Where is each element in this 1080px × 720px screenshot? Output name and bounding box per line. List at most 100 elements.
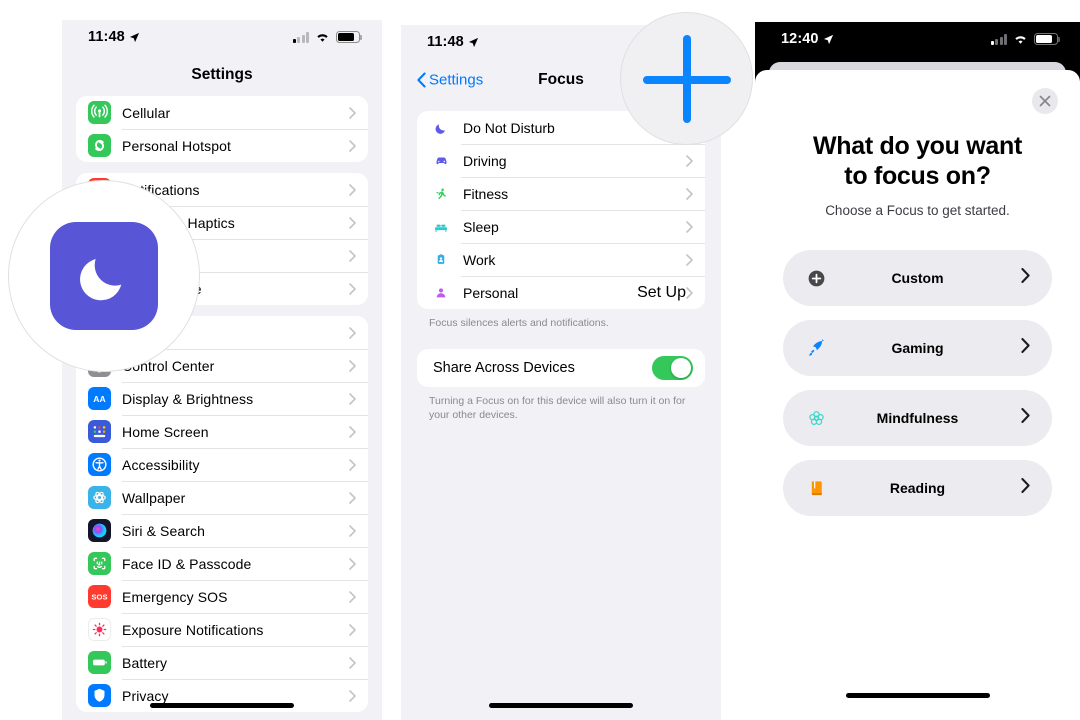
chevron-right-icon	[349, 216, 356, 229]
location-arrow-icon	[468, 37, 478, 47]
rocket-icon	[803, 335, 829, 361]
home-screen-icon	[88, 420, 111, 443]
focus-item-work[interactable]: Work	[417, 243, 705, 276]
sidebar-item-home-screen[interactable]: Home Screen	[76, 415, 368, 448]
sidebar-item-label: Wallpaper	[122, 489, 186, 506]
mindfulness-icon	[803, 405, 829, 431]
accessibility-icon	[88, 453, 111, 476]
share-across-devices-note: Turning a Focus on for this device will …	[429, 395, 686, 422]
sidebar-item-siri-search[interactable]: Siri & Search	[76, 514, 368, 547]
share-across-devices-toggle[interactable]	[652, 356, 693, 381]
settings-group-connectivity: Cellular Personal Hotspot	[76, 96, 368, 162]
sidebar-item-wallpaper[interactable]: Wallpaper	[76, 481, 368, 514]
sidebar-item-personal-hotspot[interactable]: Personal Hotspot	[76, 129, 368, 162]
focus-item-label: Sleep	[463, 218, 499, 235]
face-id-icon	[88, 552, 111, 575]
book-icon	[803, 475, 829, 501]
sidebar-item-face-id-passcode[interactable]: Face ID & Passcode	[76, 547, 368, 580]
home-indicator	[845, 693, 990, 698]
sidebar-item-emergency-sos[interactable]: SOS Emergency SOS	[76, 580, 368, 613]
wifi-icon	[317, 33, 328, 42]
cellular-bars-icon	[292, 32, 309, 43]
sidebar-item-cellular[interactable]: Cellular	[76, 96, 368, 129]
badge-icon	[431, 251, 451, 268]
chevron-right-icon	[349, 183, 356, 196]
focus-item-sleep[interactable]: Sleep	[417, 210, 705, 243]
focus-item-label: Driving	[463, 152, 507, 169]
focus-app-icon-magnifier	[8, 180, 200, 372]
focus-item-value: Set Up	[637, 283, 686, 301]
back-button[interactable]: Settings	[417, 72, 483, 89]
sidebar-item-label: Control Center	[122, 357, 215, 374]
status-time-wrap: 12:40	[781, 31, 834, 47]
focus-option-mindfulness[interactable]: Mindfulness	[783, 390, 1052, 446]
focus-item-fitness[interactable]: Fitness	[417, 177, 705, 210]
person-icon	[431, 285, 451, 301]
sheet-subtitle: Choose a Focus to get started.	[825, 203, 1010, 218]
focus-option-gaming[interactable]: Gaming	[783, 320, 1052, 376]
chevron-right-icon	[686, 253, 693, 266]
focus-item-driving[interactable]: Driving	[417, 144, 705, 177]
add-focus-plus-magnifier	[620, 12, 753, 145]
chevron-right-icon	[349, 249, 356, 262]
crescent-moon-icon	[80, 259, 122, 301]
plus-icon	[642, 34, 731, 123]
wifi-icon	[1015, 35, 1026, 44]
status-indicators	[292, 31, 363, 43]
chevron-right-icon	[349, 392, 356, 405]
phone-panel-focus-chooser: 12:40 What do you want to focus on? Choo…	[755, 22, 1080, 720]
sidebar-item-label: Emergency SOS	[122, 588, 228, 605]
exposure-notifications-icon	[88, 618, 111, 641]
focus-item-personal[interactable]: Personal Set Up	[417, 276, 705, 309]
sidebar-item-accessibility[interactable]: Accessibility	[76, 448, 368, 481]
close-icon[interactable]	[1032, 88, 1058, 114]
cellular-bars-icon	[990, 34, 1007, 45]
sidebar-item-exposure-notifications[interactable]: Exposure Notifications	[76, 613, 368, 646]
chevron-right-icon	[349, 557, 356, 570]
chevron-right-icon	[349, 491, 356, 504]
status-indicators	[990, 33, 1061, 45]
sidebar-item-label: Cellular	[122, 104, 171, 121]
focus-option-custom[interactable]: Custom	[783, 250, 1052, 306]
sidebar-item-label: Siri & Search	[122, 522, 205, 539]
sidebar-item-display-brightness[interactable]: AA Display & Brightness	[76, 382, 368, 415]
display-brightness-icon: AA	[88, 387, 111, 410]
chevron-right-icon	[349, 139, 356, 152]
chevron-right-icon	[1021, 408, 1030, 428]
sheet-header: What do you want to focus on? Choose a F…	[755, 70, 1080, 218]
focus-item-label: Fitness	[463, 185, 509, 202]
battery-settings-icon	[88, 651, 111, 674]
page-title: Focus	[538, 71, 584, 88]
status-time: 12:40	[781, 31, 819, 47]
settings-group-general: General Control Center AA Display & Brig…	[76, 316, 368, 712]
chevron-right-icon	[1021, 268, 1030, 288]
chevron-right-icon	[1021, 478, 1030, 498]
settings-navbar: Settings	[62, 54, 382, 96]
home-indicator	[150, 703, 294, 708]
bed-icon	[431, 218, 451, 236]
chevron-right-icon	[349, 326, 356, 339]
screenshot-stage: 11:48 Settings Cellular Personal Hotspot…	[0, 0, 1080, 720]
battery-icon	[1034, 33, 1061, 45]
location-arrow-icon	[823, 34, 833, 44]
running-icon	[431, 186, 451, 202]
svg-text:SOS: SOS	[91, 593, 107, 602]
chevron-right-icon	[349, 359, 356, 372]
status-bar: 12:40	[755, 22, 1080, 56]
share-across-devices-row[interactable]: Share Across Devices	[417, 349, 705, 387]
chevron-right-icon	[349, 282, 356, 295]
siri-icon	[88, 519, 111, 542]
location-arrow-icon	[129, 32, 139, 42]
sidebar-item-label: Accessibility	[122, 456, 200, 473]
share-across-devices-label: Share Across Devices	[433, 360, 575, 377]
status-time-wrap: 11:48	[88, 29, 140, 45]
focus-option-reading[interactable]: Reading	[783, 460, 1052, 516]
chevron-right-icon	[686, 220, 693, 233]
focus-chooser-sheet: What do you want to focus on? Choose a F…	[755, 70, 1080, 720]
chevron-right-icon	[1021, 338, 1030, 358]
back-button-label: Settings	[429, 71, 484, 89]
chevron-right-icon	[349, 106, 356, 119]
sidebar-item-battery[interactable]: Battery	[76, 646, 368, 679]
home-indicator	[489, 703, 633, 708]
sidebar-item-label: Exposure Notifications	[122, 621, 264, 638]
